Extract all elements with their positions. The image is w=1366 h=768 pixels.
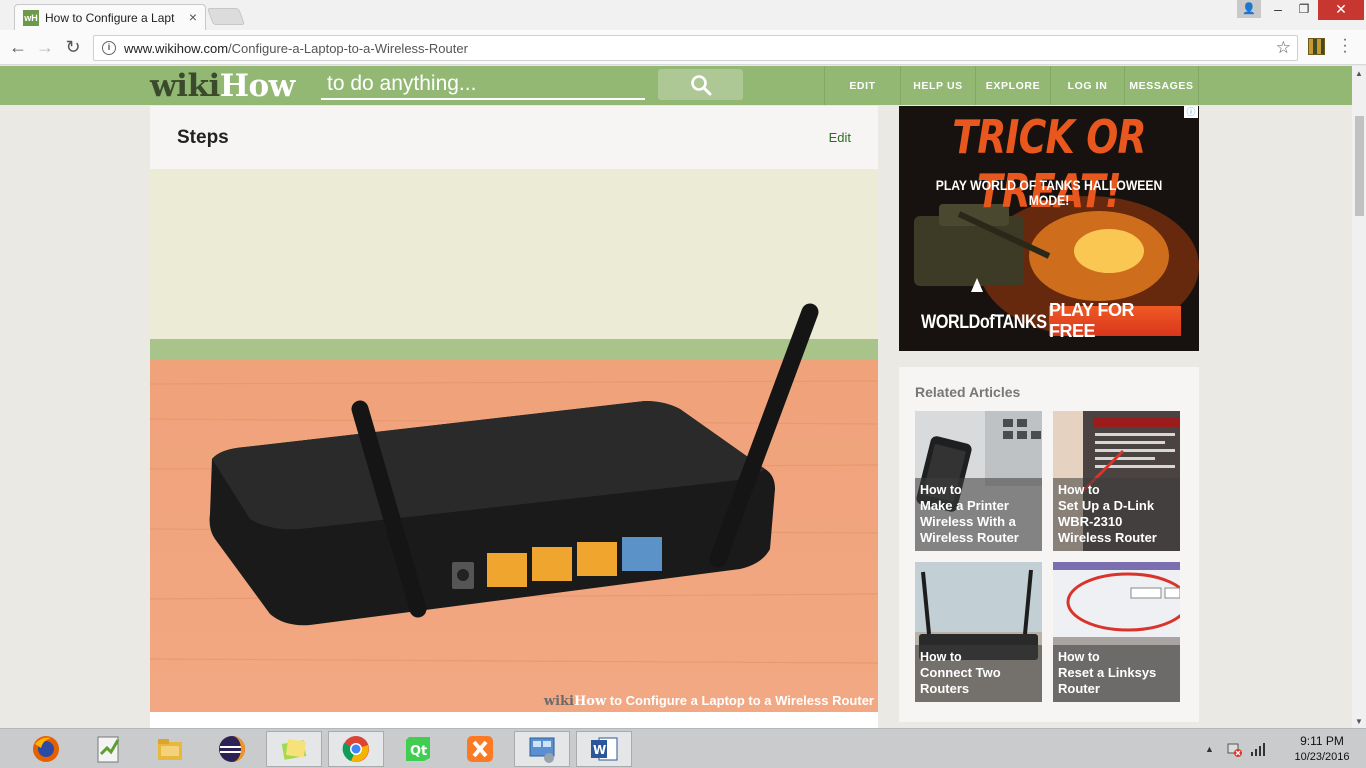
nav-edit[interactable]: EDIT: [824, 66, 900, 105]
page-scrollbar[interactable]: ▲ ▼: [1352, 66, 1366, 728]
address-bar[interactable]: i www.wikihow.com/Configure-a-Laptop-to-…: [93, 35, 1298, 61]
related-title: Related Articles: [915, 384, 1021, 400]
reload-icon[interactable]: ↻: [63, 38, 83, 56]
taskbar-xampp[interactable]: [452, 731, 508, 767]
nav-log-in[interactable]: LOG IN: [1050, 66, 1124, 105]
eclipse-icon: [219, 736, 245, 762]
xampp-icon: [467, 736, 493, 762]
system-clock[interactable]: 9:11 PM 10/23/2016: [1282, 733, 1362, 765]
user-profile-icon[interactable]: 👤: [1237, 0, 1261, 18]
clock-time: 9:11 PM: [1300, 734, 1344, 748]
site-header: wikiHow EDIT HELP US EXPLORE LOG IN MESS…: [0, 66, 1352, 105]
extension-icon[interactable]: [1308, 38, 1325, 55]
adchoices-icon[interactable]: ⓘ: [1184, 106, 1198, 118]
card-bottom-edge: [150, 712, 878, 728]
browser-tab-strip: wH How to Configure a Lapt × 👤 – ❐ ✕: [0, 0, 1366, 30]
restore-button[interactable]: ❐: [1290, 0, 1318, 20]
router-illustration: [150, 169, 878, 712]
section-edit-link[interactable]: Edit: [829, 130, 851, 145]
back-arrow-icon[interactable]: ←: [8, 38, 28, 56]
advertisement-banner[interactable]: ⓘ TRICK OR TREAT! PLAY WORLD OF TANKS HA…: [899, 106, 1199, 351]
ad-brand-logo: WORLDofTANKS: [921, 312, 1047, 333]
close-window-button[interactable]: ✕: [1318, 0, 1364, 20]
browser-tab[interactable]: wH How to Configure a Lapt ×: [14, 4, 206, 30]
related-articles: Related Articles How to Make a Printer Wi…: [899, 367, 1199, 722]
word-icon: W: [591, 737, 618, 761]
svg-text:W: W: [593, 743, 606, 757]
scroll-up-icon[interactable]: ▲: [1355, 69, 1363, 78]
tab-title: How to Configure a Lapt: [45, 10, 175, 25]
scrollbar-thumb[interactable]: [1355, 116, 1364, 216]
image-watermark: wikiHow to Configure a Laptop to a Wirel…: [543, 693, 874, 709]
notepad-plus-icon: [97, 736, 120, 763]
folder-icon: [281, 739, 307, 760]
clock-date: 10/23/2016: [1294, 751, 1350, 763]
firefox-icon: [33, 736, 59, 762]
taskbar-folder[interactable]: [266, 731, 322, 767]
related-article-card[interactable]: How to Set Up a D-Link WBR-2310 Wireless …: [1053, 411, 1180, 551]
system-tray: ▲: [1205, 729, 1266, 768]
file-explorer-icon: [158, 739, 182, 760]
taskbar-qt-creator[interactable]: Qt: [390, 731, 446, 767]
minimize-button[interactable]: –: [1264, 0, 1292, 20]
nav-help-us[interactable]: HELP US: [900, 66, 975, 105]
wikihow-logo[interactable]: wikiHow: [150, 68, 295, 104]
step-illustration[interactable]: wikiHow to Configure a Laptop to a Wirel…: [150, 169, 878, 712]
related-article-title: Set Up a D-Link WBR-2310 Wireless Router: [1058, 498, 1157, 545]
taskbar-file-explorer[interactable]: [142, 731, 198, 767]
taskbar-eclipse[interactable]: [204, 731, 260, 767]
ad-subline: PLAY WORLD OF TANKS HALLOWEEN MODE!: [935, 178, 1163, 208]
control-panel-icon: [529, 737, 555, 763]
wikihow-favicon-icon: wH: [23, 9, 39, 26]
tab-close-icon[interactable]: ×: [189, 9, 197, 25]
qt-creator-icon: Qt: [406, 737, 430, 761]
taskbar-firefox[interactable]: [18, 731, 74, 767]
network-error-icon[interactable]: [1226, 741, 1242, 757]
search-icon: [690, 74, 711, 95]
nav-messages[interactable]: MESSAGES: [1124, 66, 1199, 105]
search-input[interactable]: [321, 70, 645, 98]
ad-play-button[interactable]: PLAY FOR FREE: [1049, 300, 1181, 341]
related-article-card[interactable]: How to Reset a Linksys Router: [1053, 562, 1180, 702]
taskbar-notepad-plus[interactable]: [80, 731, 136, 767]
signal-strength-icon[interactable]: [1250, 742, 1266, 756]
header-nav: EDIT HELP US EXPLORE LOG IN MESSAGES: [824, 66, 1199, 105]
nav-explore[interactable]: EXPLORE: [975, 66, 1050, 105]
related-article-title: Make a Printer Wireless With a Wireless …: [920, 498, 1019, 545]
browser-menu-icon[interactable]: · · ·: [1340, 32, 1350, 60]
taskbar-word[interactable]: W: [576, 731, 632, 767]
related-article-card[interactable]: How to Connect Two Routers: [915, 562, 1042, 702]
bookmark-star-icon[interactable]: ☆: [1276, 38, 1291, 58]
search-button[interactable]: [658, 69, 743, 100]
section-title: Steps: [177, 127, 229, 148]
steps-section-header: Steps Edit: [150, 106, 878, 169]
chrome-icon: [342, 736, 369, 762]
tray-expand-icon[interactable]: ▲: [1205, 744, 1214, 754]
related-article-title: Connect Two Routers: [920, 665, 1001, 696]
taskbar-chrome[interactable]: [328, 731, 384, 767]
windows-taskbar: Qt W ▲ 9:11 PM 10/23/2016: [0, 728, 1366, 768]
taskbar-control-panel[interactable]: [514, 731, 570, 767]
svg-text:Qt: Qt: [410, 744, 427, 759]
scroll-down-icon[interactable]: ▼: [1355, 717, 1363, 726]
forward-arrow-icon[interactable]: →: [35, 38, 55, 56]
browser-toolbar: ← → ↻ i www.wikihow.com/Configure-a-Lapt…: [0, 30, 1366, 65]
related-article-card[interactable]: How to Make a Printer Wireless With a Wir…: [915, 411, 1042, 551]
search-box: [321, 70, 645, 100]
info-icon[interactable]: i: [102, 41, 116, 55]
new-tab-button[interactable]: [206, 8, 246, 25]
related-article-title: Reset a Linksys Router: [1058, 665, 1157, 696]
url-text[interactable]: www.wikihow.com/Configure-a-Laptop-to-a-…: [124, 41, 468, 56]
